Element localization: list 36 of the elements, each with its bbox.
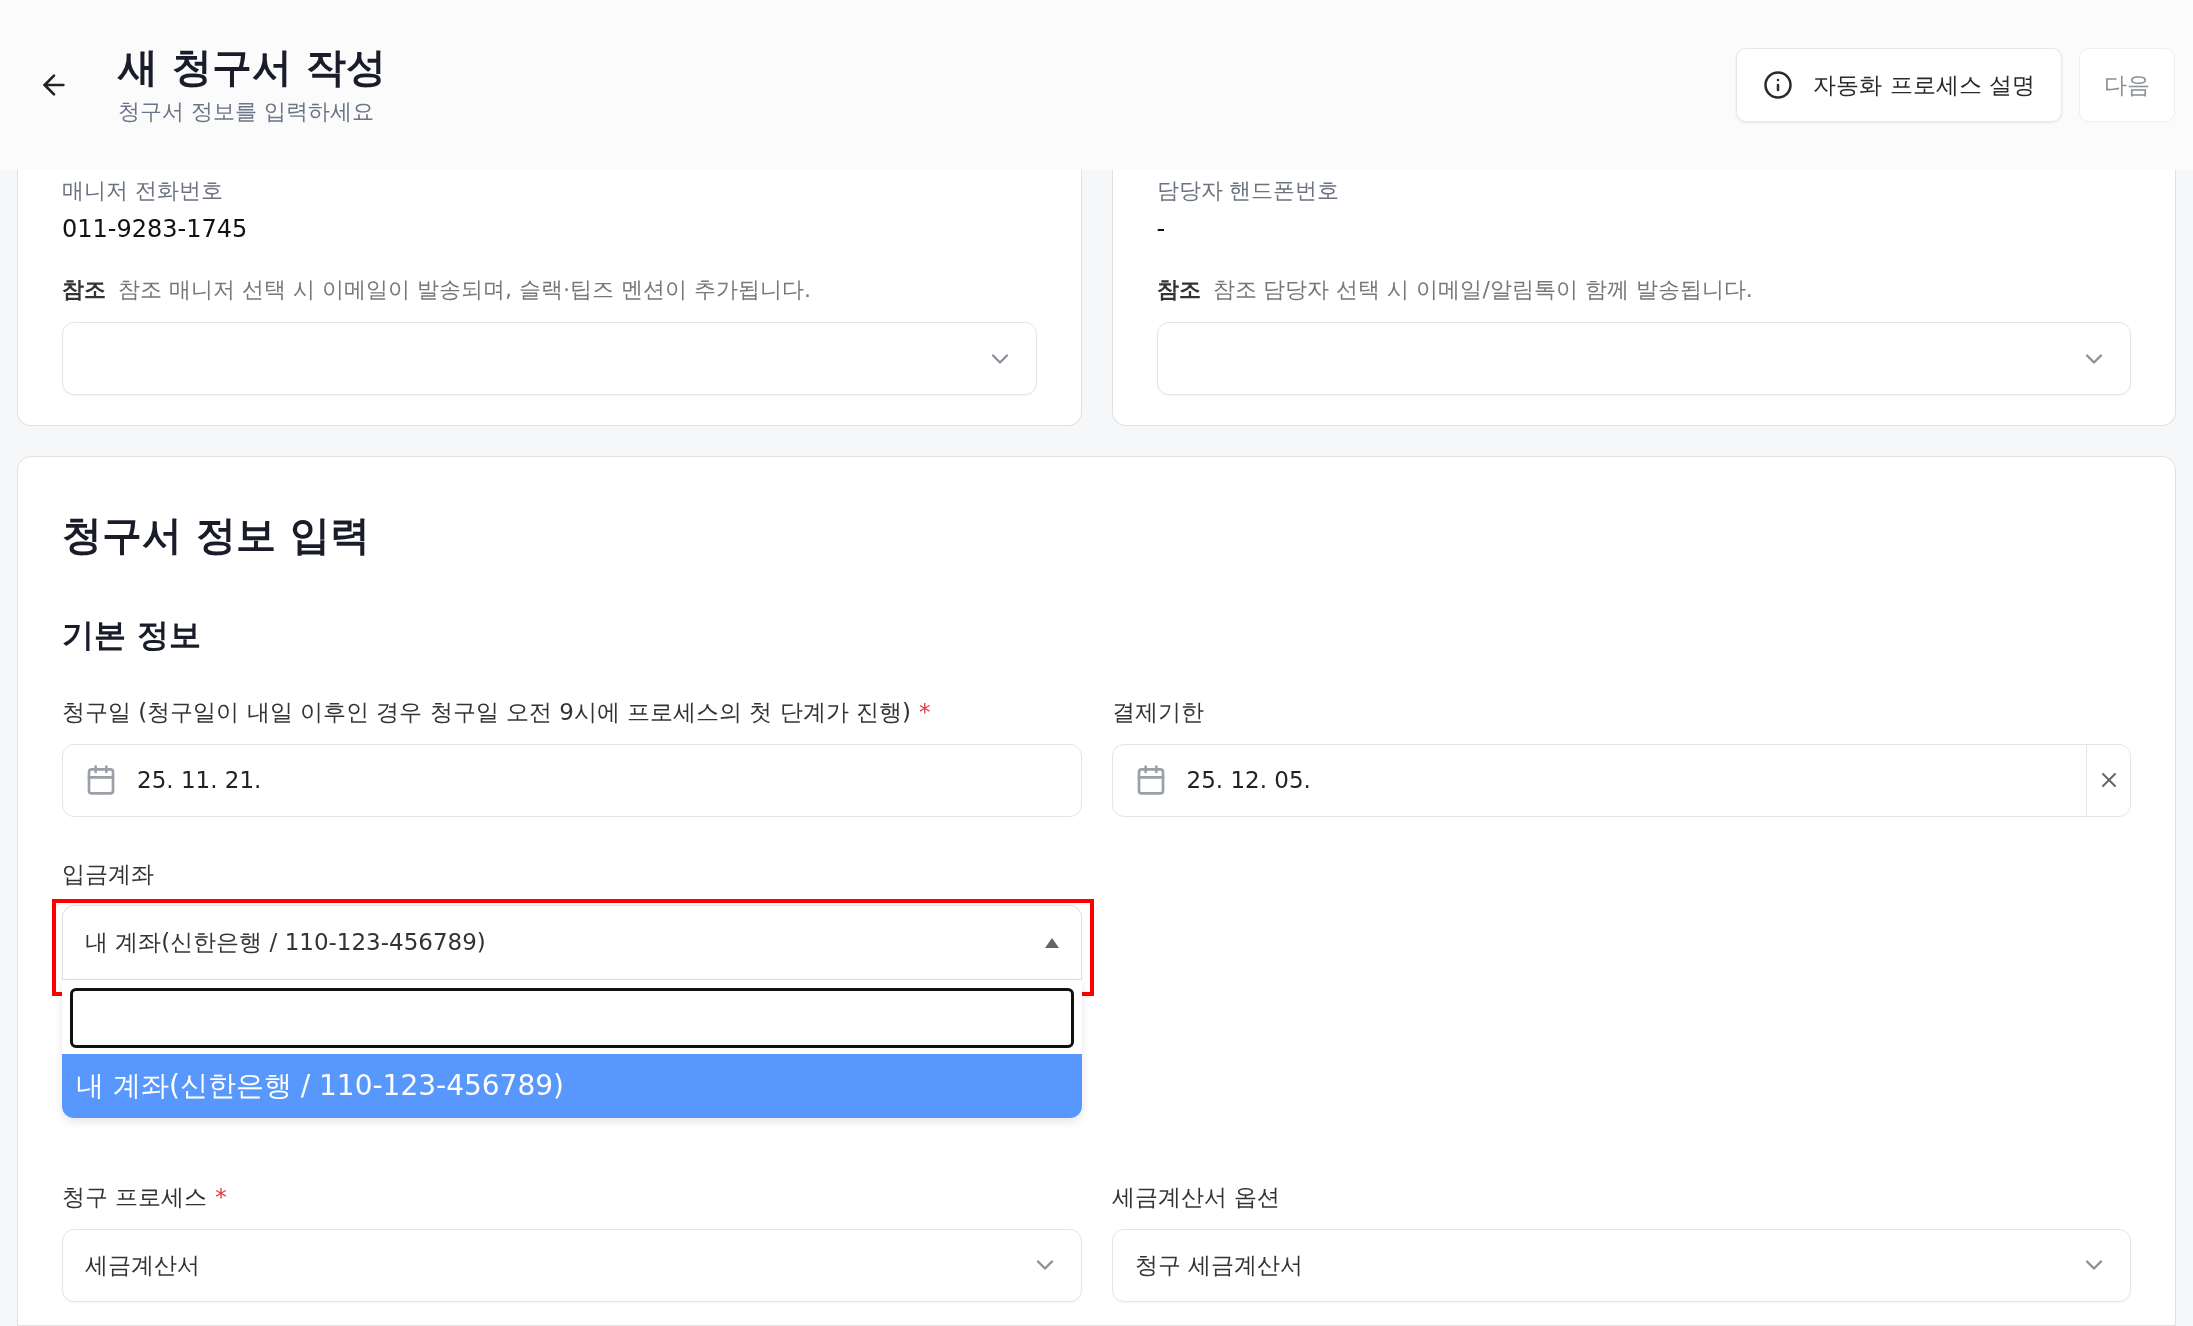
select-field[interactable]: 청구 세금계산서 [1111,1228,2131,1302]
account-select[interactable]: 내 계좌(신한은행 / 110-123-456789) [62,905,1082,980]
page-title: 새 청구서 작성 [118,47,387,87]
subsection-title: 기본 정보 [62,619,203,651]
date-field[interactable]: 25. 11. 21. [62,743,1082,817]
note-text: 참조 담당자 선택 시 이메일/알림톡이 함께 발송됩니다. [1212,276,1753,304]
field-label: 세금계산서 옵션 [1111,1183,1280,1212]
select-field[interactable] [62,322,1037,395]
field-label: 청구 프로세스 [62,1183,208,1212]
page-subtitle: 청구서 정보를 입력하세요 [118,101,375,123]
field-label: 결제기한 [1111,698,1204,727]
note-text: 참조 매니저 선택 시 이메일이 발송되며, 슬랙·팁즈 멘션이 추가됩니다. [118,276,811,304]
caret-up-icon [1044,937,1059,948]
date-value: 25. 12. 05. [1186,765,1312,795]
info-button[interactable]: 자동화 프로세스 설명 [1736,48,2062,122]
info-icon [1763,70,1794,100]
date-field[interactable]: 25. 12. 05. [1111,743,2131,817]
select-field[interactable]: 세금계산서 [62,1228,1082,1302]
required-mark: * [919,698,931,727]
note-label: 참조 [62,276,106,304]
field-value: 011-9283-1745 [62,214,249,245]
field-value: - [1156,214,1167,245]
select-value: 세금계산서 [85,1250,201,1280]
field-label: 담당자 핸드폰번호 [1156,177,1341,205]
required-mark: * [215,1183,227,1212]
select-value: 내 계좌(신한은행 / 110-123-456789) [85,928,487,958]
select-field[interactable] [1156,322,2131,395]
field-label: 입금계좌 [62,859,154,889]
field-label: 매니저 전화번호 [62,177,224,205]
section-title: 청구서 정보 입력 [62,515,371,555]
note-label: 참조 [1156,276,1201,304]
search-input[interactable] [70,988,1074,1048]
field-label: 청구일 (청구일이 내일 이후인 경우 청구일 오전 9시에 프로세스의 첫 단계가 진행) [62,698,911,727]
select-value: 청구 세금계산서 [1134,1250,1304,1280]
calendar-icon [85,764,117,796]
date-value: 25. 11. 21. [137,765,263,795]
